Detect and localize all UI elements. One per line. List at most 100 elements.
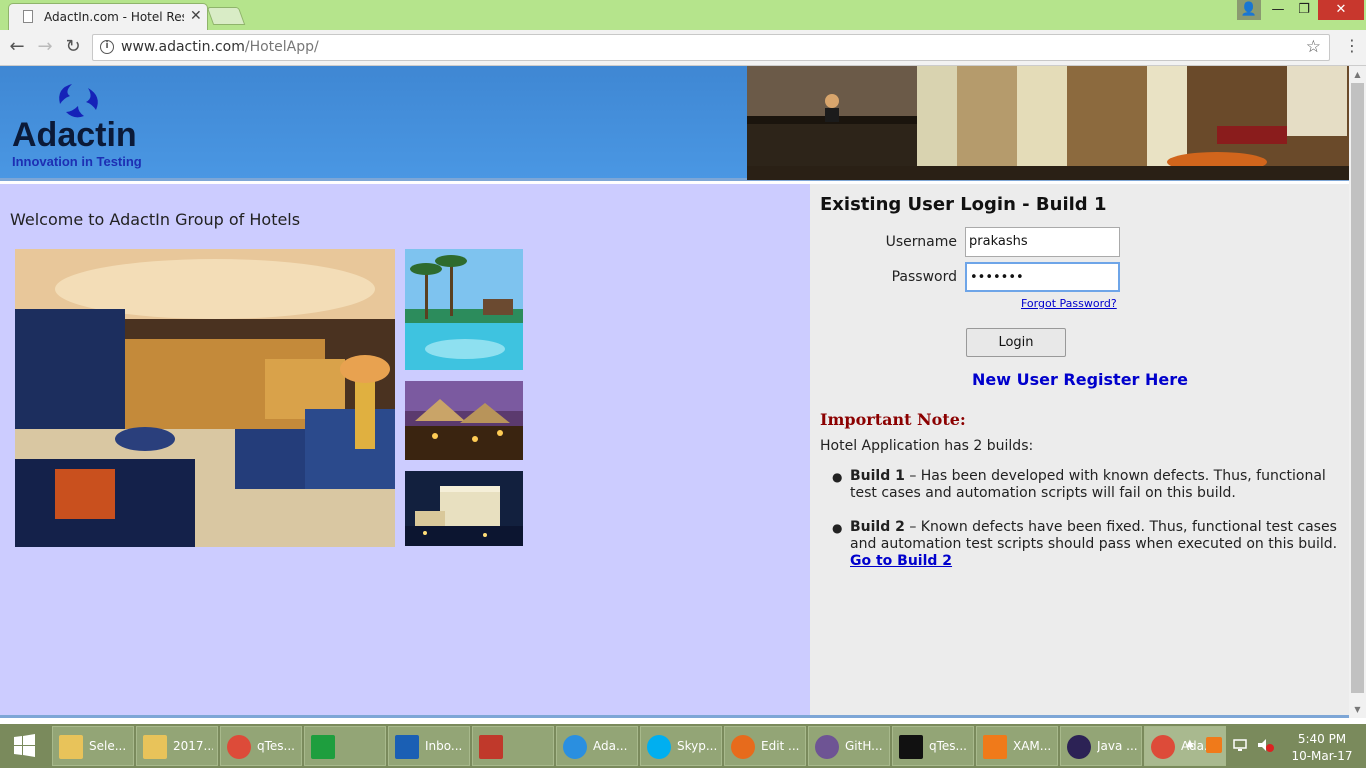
hotel-night-photo xyxy=(405,471,523,546)
resort-pool-photo xyxy=(405,249,523,370)
hotel-lobby-banner-image xyxy=(747,66,1349,180)
folder-icon xyxy=(143,735,167,759)
outlook-icon xyxy=(395,735,419,759)
taskbar-item[interactable]: XAM... xyxy=(976,726,1058,766)
clock-time[interactable]: 5:40 PM xyxy=(1292,732,1352,746)
taskbar-item-label: qTes... xyxy=(929,739,967,753)
github-icon xyxy=(815,735,839,759)
browser-toolbar: ← → ↻ i www.adactin.com/HotelApp/ ☆ ⋮ xyxy=(0,30,1366,66)
store-icon xyxy=(311,735,335,759)
close-window-button[interactable]: ✕ xyxy=(1318,0,1364,20)
username-label: Username xyxy=(885,234,957,250)
forgot-password-link[interactable]: Forgot Password? xyxy=(1021,297,1117,310)
scroll-down-arrow-icon[interactable]: ▼ xyxy=(1349,701,1366,718)
address-bar[interactable]: i www.adactin.com/HotelApp/ ☆ xyxy=(92,34,1330,61)
scroll-thumb[interactable] xyxy=(1351,83,1364,693)
build-1-name: Build 1 xyxy=(850,468,905,484)
taskbar-item-label: 2017... xyxy=(173,739,213,753)
cmd-icon xyxy=(899,735,923,759)
url-text[interactable]: www.adactin.com/HotelApp/ xyxy=(121,39,319,55)
back-arrow-icon[interactable]: ← xyxy=(6,36,28,58)
ie-icon xyxy=(563,735,587,759)
eclipse-icon xyxy=(1067,735,1091,759)
footer-divider xyxy=(0,715,1349,718)
taskbar-item[interactable]: GitH... xyxy=(808,726,890,766)
resort-evening-photo xyxy=(405,381,523,460)
taskbar-item-label: Skyp... xyxy=(677,739,717,753)
xampp-tray-icon[interactable] xyxy=(1206,737,1222,753)
login-button[interactable]: Login xyxy=(966,328,1066,357)
taskbar-item-label: GitH... xyxy=(845,739,883,753)
url-host: www.adactin.com xyxy=(121,39,245,55)
site-header: Adactin Innovation in Testing xyxy=(0,66,1349,181)
page-favicon-icon xyxy=(23,10,33,23)
windows-start-icon[interactable] xyxy=(0,724,48,768)
logo-wordmark: Adactin xyxy=(12,116,137,154)
build-2-description: – Known defects have been fixed. Thus, f… xyxy=(850,519,1338,552)
show-hidden-icons-icon[interactable]: ▲ xyxy=(1186,738,1194,749)
login-title: Existing User Login - Build 1 xyxy=(820,194,1107,215)
firefox-icon xyxy=(731,735,755,759)
taskbar-item-label: Ada... xyxy=(593,739,628,753)
minimize-button[interactable]: — xyxy=(1266,0,1290,20)
page-scrollbar[interactable]: ▲ ▼ xyxy=(1349,66,1366,718)
taskbar-item[interactable]: Inbo... xyxy=(388,726,470,766)
forward-arrow-icon[interactable]: → xyxy=(34,36,56,58)
taskbar-item[interactable]: Java ... xyxy=(1060,726,1142,766)
tab-title: AdactIn.com - Hotel Rese xyxy=(44,10,184,24)
taskbar-item[interactable]: 2017... xyxy=(136,726,218,766)
clock-date[interactable]: 10-Mar-17 xyxy=(1286,749,1358,763)
profile-icon[interactable]: 👤 xyxy=(1237,0,1261,20)
taskbar-item[interactable]: Ada... xyxy=(556,726,638,766)
build-1-description: – Has been developed with known defects.… xyxy=(850,468,1326,501)
note-intro-text: Hotel Application has 2 builds: xyxy=(820,438,1034,454)
taskbar-item[interactable]: Sele... xyxy=(52,726,134,766)
reload-icon[interactable]: ↻ xyxy=(62,36,84,58)
windows-taskbar: Sele... 2017... qTes... Inbo... Ada... Skyp..… xyxy=(0,724,1366,768)
chrome-menu-icon[interactable]: ⋮ xyxy=(1344,36,1360,55)
taskbar-item[interactable]: Edit ... xyxy=(724,726,806,766)
browser-tab[interactable]: AdactIn.com - Hotel Rese ✕ xyxy=(8,3,208,30)
bullet-icon: ● xyxy=(832,521,843,535)
chrome-icon xyxy=(1151,735,1175,759)
ccleaner-icon xyxy=(479,735,503,759)
volume-muted-icon[interactable] xyxy=(1256,737,1274,753)
taskbar-item[interactable]: qTes... xyxy=(220,726,302,766)
password-input[interactable]: ••••••• xyxy=(965,262,1120,292)
page-viewport: Adactin Innovation in Testing Welcome to… xyxy=(0,66,1366,718)
logo-tagline: Innovation in Testing xyxy=(12,154,142,169)
login-panel: Existing User Login - Build 1 Username p… xyxy=(810,184,1349,718)
network-icon[interactable] xyxy=(1232,737,1248,753)
taskbar-item[interactable]: qTes... xyxy=(892,726,974,766)
scroll-up-arrow-icon[interactable]: ▲ xyxy=(1349,66,1366,83)
welcome-heading: Welcome to AdactIn Group of Hotels xyxy=(10,210,301,229)
username-input[interactable]: prakashs xyxy=(965,227,1120,257)
site-info-icon[interactable]: i xyxy=(100,40,114,54)
password-label: Password xyxy=(891,269,957,285)
taskbar-item[interactable] xyxy=(472,726,554,766)
taskbar-item-label: Sele... xyxy=(89,739,127,753)
hotel-suite-photo xyxy=(15,249,395,547)
go-to-build-2-link[interactable]: Go to Build 2 xyxy=(850,553,952,569)
taskbar-item-label: Edit ... xyxy=(761,739,800,753)
build-2-name: Build 2 xyxy=(850,519,905,535)
taskbar-item-label: Inbo... xyxy=(425,739,463,753)
new-user-register-link[interactable]: New User Register Here xyxy=(972,370,1188,389)
important-note-heading: Important Note: xyxy=(820,410,966,429)
taskbar-item-label: Java ... xyxy=(1097,739,1137,753)
adactin-logo[interactable]: Adactin Innovation in Testing xyxy=(10,76,160,176)
maximize-button[interactable]: ❐ xyxy=(1292,0,1316,20)
bookmark-star-icon[interactable]: ☆ xyxy=(1306,37,1321,57)
taskbar-item[interactable]: Skyp... xyxy=(640,726,722,766)
xampp-icon xyxy=(983,735,1007,759)
tab-close-icon[interactable]: ✕ xyxy=(190,8,202,24)
system-tray: ▲ 5:40 PM 10-Mar-17 xyxy=(1180,724,1366,768)
new-tab-button[interactable] xyxy=(206,7,246,25)
browser-tab-strip: AdactIn.com - Hotel Rese ✕ 👤 — ❐ ✕ xyxy=(0,0,1366,30)
folder-icon xyxy=(59,735,83,759)
taskbar-item[interactable] xyxy=(304,726,386,766)
welcome-panel: Welcome to AdactIn Group of Hotels xyxy=(0,184,810,718)
taskbar-item-label: XAM... xyxy=(1013,739,1052,753)
skype-icon xyxy=(647,735,671,759)
chrome-icon xyxy=(227,735,251,759)
